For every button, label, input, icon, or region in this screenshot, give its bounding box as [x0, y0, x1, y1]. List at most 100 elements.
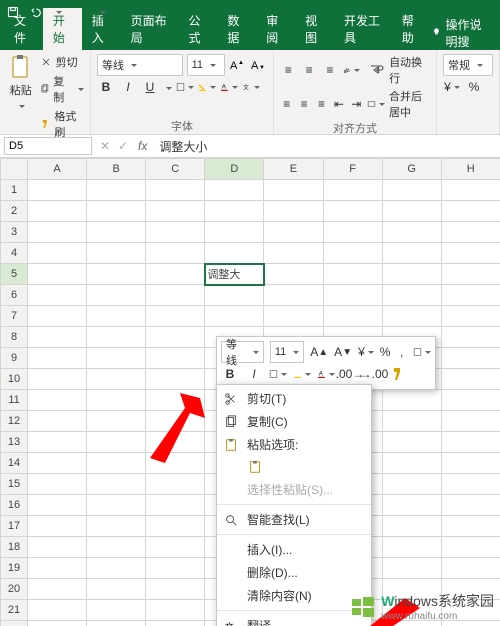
cell-A21[interactable] — [28, 600, 87, 621]
mini-percent-icon[interactable]: % — [380, 343, 391, 361]
col-header-H[interactable]: H — [441, 159, 500, 180]
decrease-font-icon[interactable]: A▼ — [250, 56, 267, 74]
cell-C8[interactable] — [146, 327, 205, 348]
paste-button[interactable]: 粘贴 — [6, 54, 36, 140]
mini-decrease-font-icon[interactable]: A▼ — [334, 343, 352, 361]
cell-A8[interactable] — [28, 327, 87, 348]
cell-B5[interactable] — [87, 264, 146, 285]
cell-C14[interactable] — [146, 453, 205, 474]
cell-H6[interactable] — [441, 285, 500, 306]
cell-A22[interactable] — [28, 621, 87, 626]
cell-A1[interactable] — [28, 180, 87, 201]
underline-dropdown-icon[interactable] — [163, 80, 172, 94]
cell-C11[interactable] — [146, 390, 205, 411]
row-header-22[interactable]: 22 — [1, 621, 28, 626]
menu-item-8[interactable]: 删除(D)... — [217, 561, 371, 584]
tab-formulas[interactable]: 公式 — [178, 8, 217, 50]
cell-F7[interactable] — [323, 306, 382, 327]
menu-item-5[interactable]: 智能查找(L) — [217, 508, 371, 531]
percent-icon[interactable]: % — [465, 78, 483, 96]
cell-A7[interactable] — [28, 306, 87, 327]
cell-H18[interactable] — [441, 537, 500, 558]
row-header-16[interactable]: 16 — [1, 495, 28, 516]
mini-increase-font-icon[interactable]: A▲ — [310, 343, 328, 361]
cell-A5[interactable] — [28, 264, 87, 285]
cell-G19[interactable] — [382, 558, 441, 579]
cell-A14[interactable] — [28, 453, 87, 474]
mini-format-painter-icon[interactable] — [413, 343, 431, 361]
cell-A19[interactable] — [28, 558, 87, 579]
cell-B10[interactable] — [87, 369, 146, 390]
cell-B8[interactable] — [87, 327, 146, 348]
cell-A17[interactable] — [28, 516, 87, 537]
tell-me[interactable]: 操作说明搜 — [431, 16, 500, 50]
cell-E3[interactable] — [264, 222, 323, 243]
cell-B20[interactable] — [87, 579, 146, 600]
currency-icon[interactable]: ¥ — [443, 78, 461, 96]
cell-H9[interactable] — [441, 348, 500, 369]
cell-B13[interactable] — [87, 432, 146, 453]
mini-border-button[interactable] — [269, 365, 287, 383]
cell-G12[interactable] — [382, 411, 441, 432]
mini-font-size[interactable]: 11 — [270, 341, 304, 363]
align-bottom-icon[interactable]: ≡ — [322, 61, 339, 79]
cell-B9[interactable] — [87, 348, 146, 369]
mini-comma-icon[interactable]: , — [396, 343, 407, 361]
border-button[interactable] — [176, 78, 194, 96]
cell-B22[interactable] — [87, 621, 146, 626]
cell-B19[interactable] — [87, 558, 146, 579]
tab-developer[interactable]: 开发工具 — [334, 8, 392, 50]
menu-item-7[interactable]: 插入(I)... — [217, 538, 371, 561]
name-box[interactable] — [4, 137, 92, 155]
cell-F3[interactable] — [323, 222, 382, 243]
cell-E5[interactable] — [264, 264, 323, 285]
font-color-button[interactable]: A — [220, 78, 238, 96]
cell-C9[interactable] — [146, 348, 205, 369]
cell-C1[interactable] — [146, 180, 205, 201]
cell-H11[interactable] — [441, 390, 500, 411]
mini-italic-button[interactable]: I — [245, 365, 263, 383]
cell-C7[interactable] — [146, 306, 205, 327]
decrease-indent-icon[interactable]: ⇤ — [332, 95, 345, 113]
cell-B14[interactable] — [87, 453, 146, 474]
cell-B4[interactable] — [87, 243, 146, 264]
row-header-8[interactable]: 8 — [1, 327, 28, 348]
cell-H4[interactable] — [441, 243, 500, 264]
cell-B16[interactable] — [87, 495, 146, 516]
font-family-select[interactable]: 等线 — [97, 54, 183, 76]
row-header-21[interactable]: 21 — [1, 600, 28, 621]
row-header-1[interactable]: 1 — [1, 180, 28, 201]
cell-H17[interactable] — [441, 516, 500, 537]
underline-button[interactable]: U — [141, 78, 159, 96]
cancel-icon[interactable]: ✕ — [96, 137, 114, 155]
tab-view[interactable]: 视图 — [295, 8, 334, 50]
phonetic-button[interactable]: 文 — [242, 78, 260, 96]
row-header-15[interactable]: 15 — [1, 474, 28, 495]
cell-C15[interactable] — [146, 474, 205, 495]
cell-B7[interactable] — [87, 306, 146, 327]
cell-C16[interactable] — [146, 495, 205, 516]
mini-inc-decimal-icon[interactable]: .00→ — [341, 365, 359, 383]
mini-brush-icon[interactable] — [389, 365, 407, 383]
align-center-icon[interactable]: ≡ — [297, 95, 310, 113]
cell-H1[interactable] — [441, 180, 500, 201]
cell-C17[interactable] — [146, 516, 205, 537]
wrap-text-icon[interactable] — [368, 61, 385, 79]
cell-B15[interactable] — [87, 474, 146, 495]
align-right-icon[interactable]: ≡ — [315, 95, 328, 113]
cell-G16[interactable] — [382, 495, 441, 516]
cell-H3[interactable] — [441, 222, 500, 243]
row-header-13[interactable]: 13 — [1, 432, 28, 453]
cell-C5[interactable] — [146, 264, 205, 285]
cell-C19[interactable] — [146, 558, 205, 579]
cell-H16[interactable] — [441, 495, 500, 516]
col-header-G[interactable]: G — [382, 159, 441, 180]
cell-A2[interactable] — [28, 201, 87, 222]
cell-B21[interactable] — [87, 600, 146, 621]
cell-G5[interactable] — [382, 264, 441, 285]
cell-G4[interactable] — [382, 243, 441, 264]
col-header-E[interactable]: E — [264, 159, 323, 180]
cell-H8[interactable] — [441, 327, 500, 348]
cell-A6[interactable] — [28, 285, 87, 306]
row-header-5[interactable]: 5 — [1, 264, 28, 285]
